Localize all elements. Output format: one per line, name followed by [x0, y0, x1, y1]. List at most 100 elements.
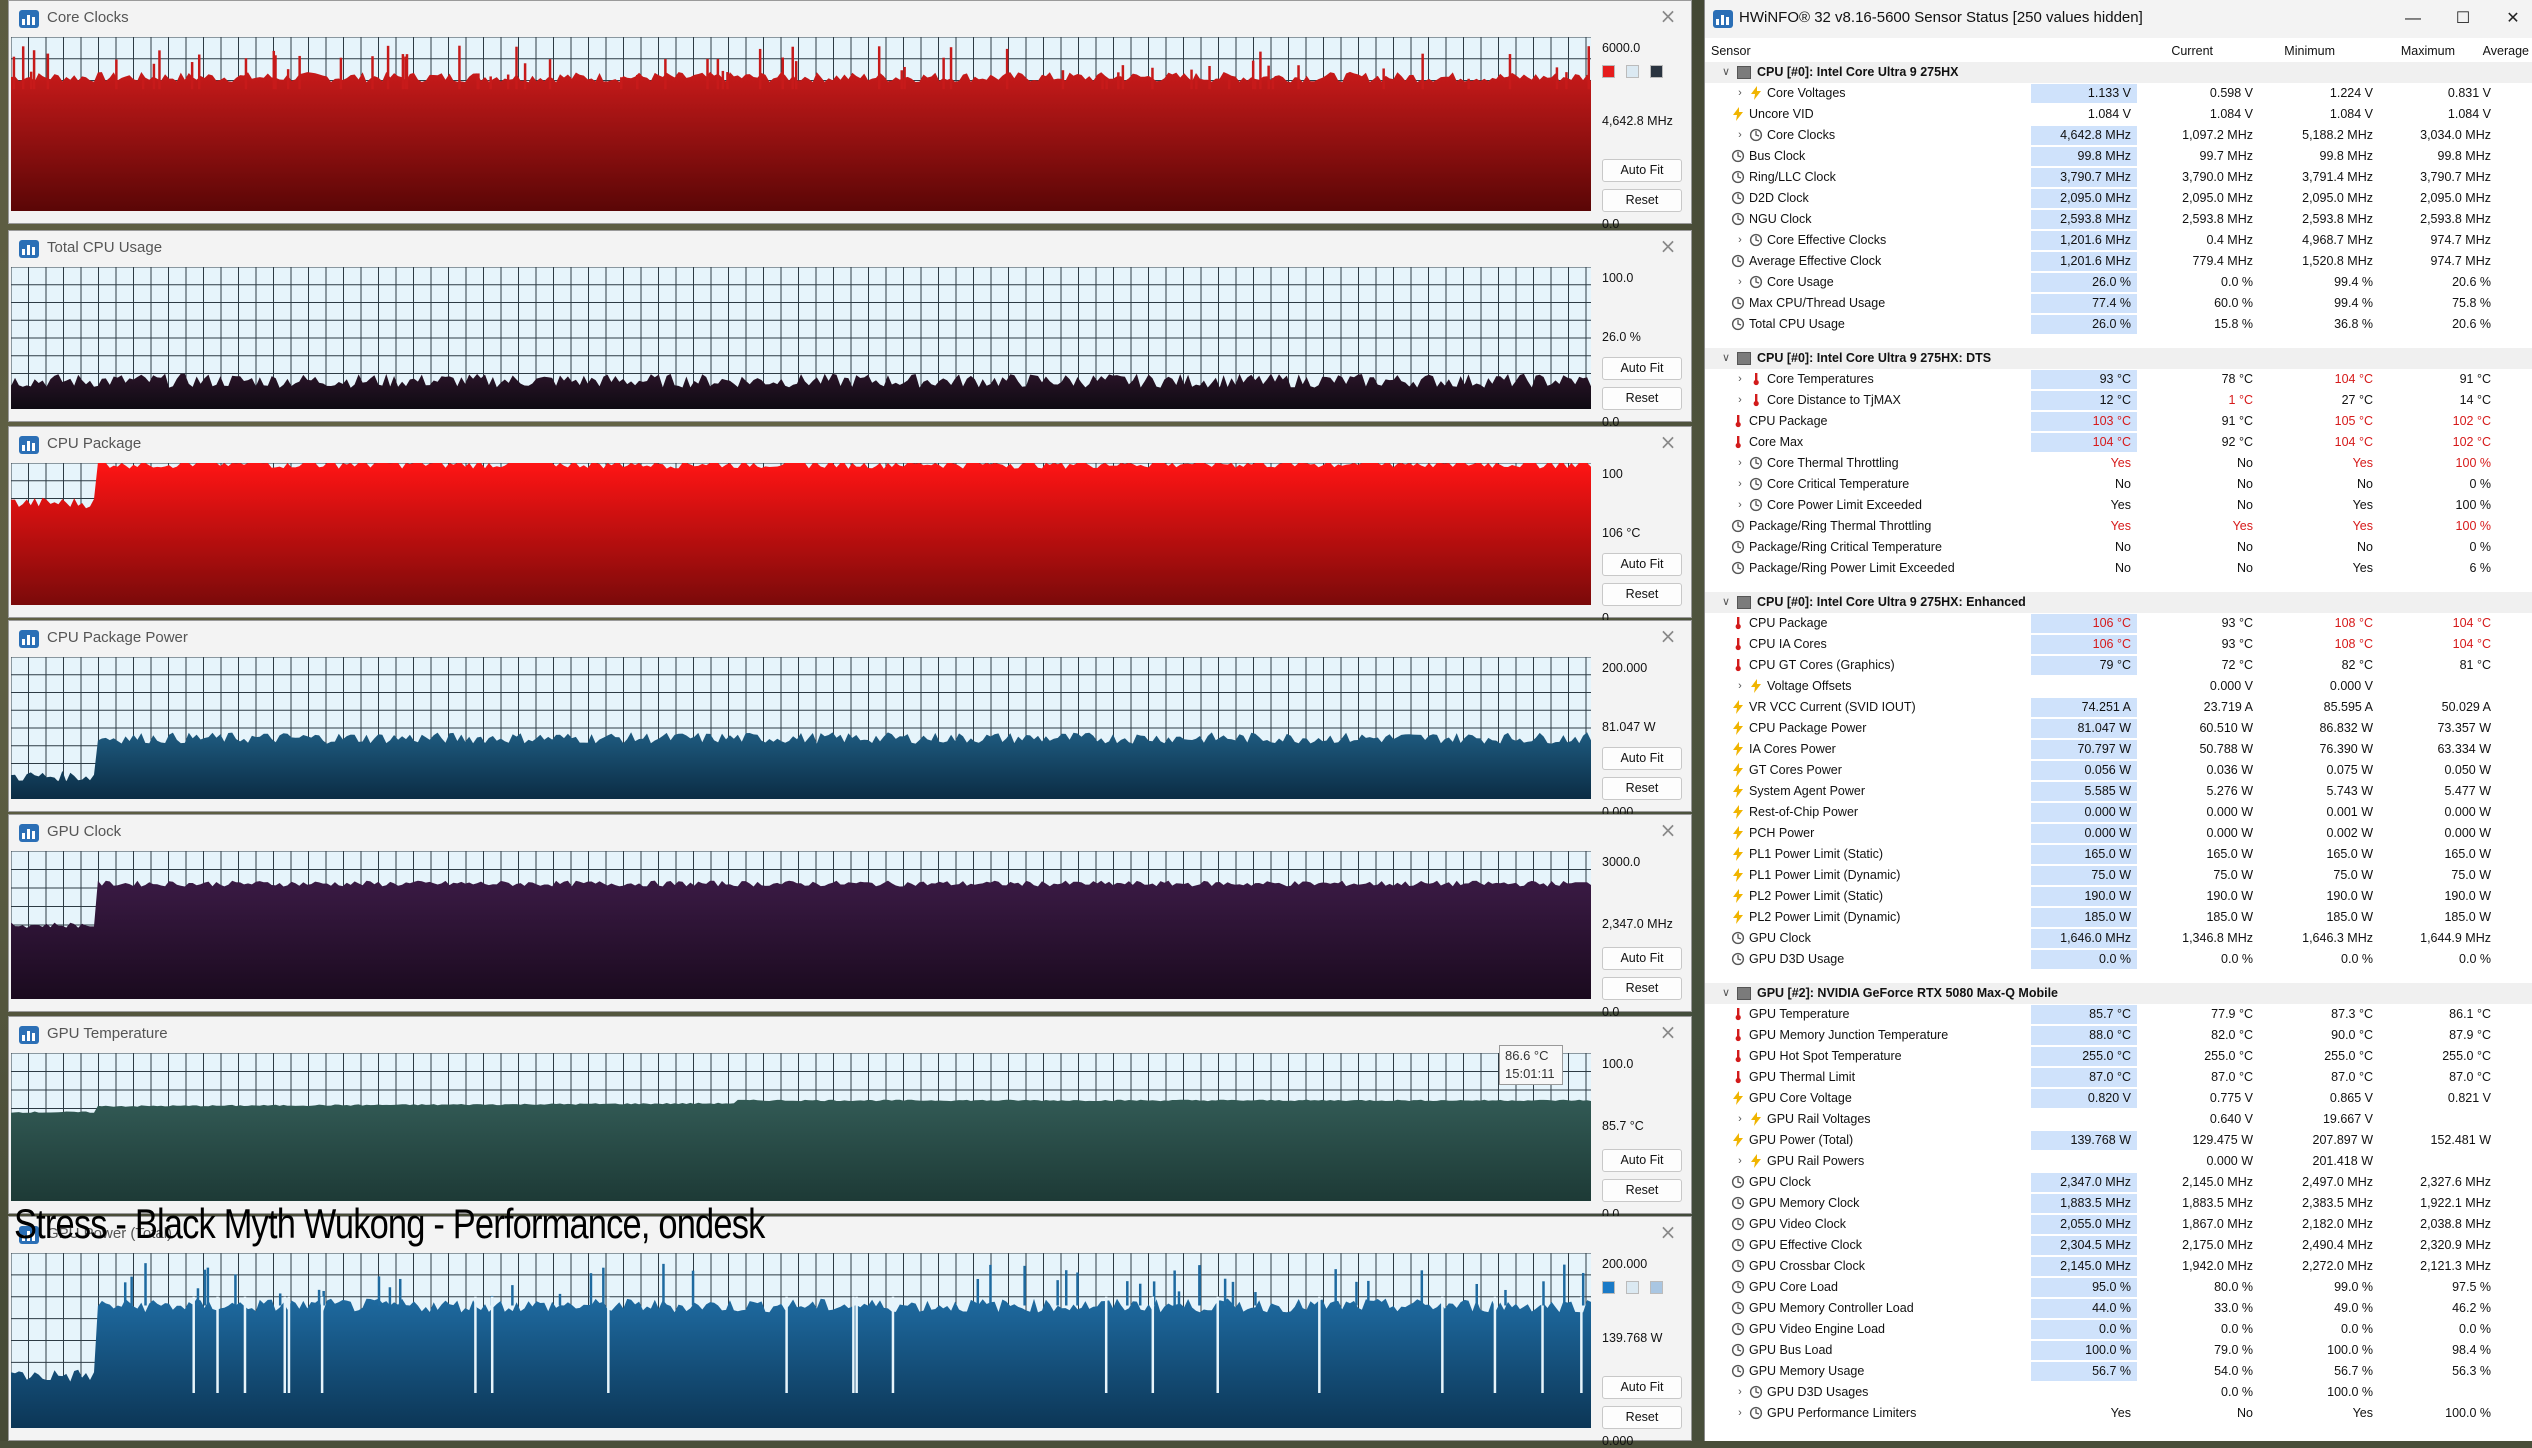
sensor-row[interactable]: PL1 Power Limit (Static) 165.0 W 165.0 W 16… [1705, 844, 2532, 865]
sensor-group-header[interactable]: ∨ GPU [#2]: NVIDIA GeForce RTX 5080 Max-Q… [1705, 983, 2532, 1004]
color-swatch[interactable] [1650, 1281, 1663, 1294]
sensor-row[interactable]: Max CPU/Thread Usage 77.4 % 60.0 % 99.4 % 75… [1705, 293, 2532, 314]
sensor-row[interactable]: Rest-of-Chip Power 0.000 W 0.000 W 0.001 W 0… [1705, 802, 2532, 823]
close-icon[interactable]: × [1657, 5, 1679, 27]
sensor-row[interactable]: System Agent Power 5.585 W 5.276 W 5.743 W 5… [1705, 781, 2532, 802]
sensor-group-header[interactable]: ∨ CPU [#0]: Intel Core Ultra 9 275HX: DTS [1705, 348, 2532, 369]
sensor-row[interactable]: GPU Crossbar Clock 2,145.0 MHz 1,942.0 MHz… [1705, 1256, 2532, 1277]
column-sensor[interactable]: Sensor [1711, 44, 1751, 58]
sensor-row[interactable]: Package/Ring Thermal Throttling Yes Yes Yes… [1705, 516, 2532, 537]
sensor-row[interactable]: Package/Ring Critical Temperature No No No 0… [1705, 537, 2532, 558]
sensor-row[interactable]: GPU D3D Usage 0.0 % 0.0 % 0.0 % 0.0 % [1705, 949, 2532, 970]
sensor-row[interactable]: › Core Critical Temperature No No No 0 % [1705, 474, 2532, 495]
color-swatch[interactable] [1602, 1281, 1615, 1294]
sensor-row[interactable]: › Core Voltages 1.133 V 0.598 V 1.224 V 0.831… [1705, 83, 2532, 104]
graph-titlebar[interactable]: CPU Package × [9, 427, 1691, 461]
column-average[interactable]: Average [2411, 44, 2529, 58]
sensor-row[interactable]: PL2 Power Limit (Static) 190.0 W 190.0 W 19… [1705, 886, 2532, 907]
close-icon[interactable]: × [1657, 1221, 1679, 1243]
graph-window[interactable]: Total CPU Usage × 100.0 26.0 % Auto Fit Reset… [8, 230, 1692, 429]
sensor-row[interactable]: › Voltage Offsets 0.000 V 0.000 V [1705, 676, 2532, 697]
reset-button[interactable]: Reset [1602, 1406, 1682, 1429]
sensor-row[interactable]: › Core Power Limit Exceeded Yes No Yes 100 % [1705, 495, 2532, 516]
expand-chevron-icon[interactable]: › [1733, 393, 1747, 407]
sensor-row[interactable]: GPU Core Load 95.0 % 80.0 % 99.0 % 97.5 % [1705, 1277, 2532, 1298]
sensor-row[interactable]: Total CPU Usage 26.0 % 15.8 % 36.8 % 20.6 % [1705, 314, 2532, 335]
graph-window[interactable]: GPU Temperature × 100.0 85.7 °C Auto Fit Rese… [8, 1016, 1692, 1221]
sensor-row[interactable]: GPU Memory Junction Temperature 88.0 °C 82… [1705, 1025, 2532, 1046]
expand-chevron-icon[interactable]: › [1733, 233, 1747, 247]
minimize-button[interactable]: — [2395, 6, 2431, 32]
maximize-button[interactable]: ☐ [2445, 6, 2481, 32]
expand-chevron-icon[interactable]: › [1733, 1406, 1747, 1420]
close-icon[interactable]: × [1657, 235, 1679, 257]
graph-titlebar[interactable]: Total CPU Usage × [9, 231, 1691, 265]
sensor-row[interactable]: › GPU Rail Powers 0.000 W 201.418 W [1705, 1151, 2532, 1172]
sensor-row[interactable]: GPU Clock 2,347.0 MHz 2,145.0 MHz 2,497.0 M… [1705, 1172, 2532, 1193]
sensor-row[interactable]: GPU Video Clock 2,055.0 MHz 1,867.0 MHz 2,1… [1705, 1214, 2532, 1235]
sensor-row[interactable]: › GPU Rail Voltages 0.640 V 19.667 V [1705, 1109, 2532, 1130]
sensor-row[interactable]: IA Cores Power 70.797 W 50.788 W 76.390 W 63… [1705, 739, 2532, 760]
sensor-row[interactable]: GPU Hot Spot Temperature 255.0 °C 255.0 °C… [1705, 1046, 2532, 1067]
expand-chevron-icon[interactable]: › [1733, 477, 1747, 491]
auto-fit-button[interactable]: Auto Fit [1602, 553, 1682, 576]
expand-chevron-icon[interactable]: › [1733, 128, 1747, 142]
sensor-row[interactable]: Package/Ring Power Limit Exceeded No No Yes… [1705, 558, 2532, 579]
expand-chevron-icon[interactable]: › [1733, 456, 1747, 470]
reset-button[interactable]: Reset [1602, 977, 1682, 1000]
sensor-row[interactable]: › GPU Performance Limiters Yes No Yes 100.0 % [1705, 1403, 2532, 1424]
sensor-group-header[interactable]: ∨ CPU [#0]: Intel Core Ultra 9 275HX [1705, 62, 2532, 83]
sensor-row[interactable]: NGU Clock 2,593.8 MHz 2,593.8 MHz 2,593.8 M… [1705, 209, 2532, 230]
graph-window[interactable]: GPU Power (Total) × 200.000 139.768 W Auto F… [8, 1216, 1692, 1448]
sensor-row[interactable]: PL2 Power Limit (Dynamic) 185.0 W 185.0 W 1… [1705, 907, 2532, 928]
close-icon[interactable]: × [1657, 819, 1679, 841]
hwinfo-titlebar[interactable]: HWiNFO® 32 v8.16-5600 Sensor Status [250… [1705, 0, 2532, 38]
expand-chevron-icon[interactable]: › [1733, 1154, 1747, 1168]
expand-chevron-icon[interactable]: › [1733, 498, 1747, 512]
auto-fit-button[interactable]: Auto Fit [1602, 1149, 1682, 1172]
color-swatch[interactable] [1626, 65, 1639, 78]
graph-titlebar[interactable]: GPU Clock × [9, 815, 1691, 849]
graph-titlebar[interactable]: CPU Package Power × [9, 621, 1691, 655]
sensor-row[interactable]: Average Effective Clock 1,201.6 MHz 779.4 … [1705, 251, 2532, 272]
sensor-row[interactable]: GPU Memory Usage 56.7 % 54.0 % 56.7 % 56.3 % [1705, 1361, 2532, 1382]
sensor-row[interactable]: › Core Effective Clocks 1,201.6 MHz 0.4 MHz… [1705, 230, 2532, 251]
graph-window[interactable]: GPU Clock × 3000.0 2,347.0 MHz Auto Fit Reset… [8, 814, 1692, 1019]
auto-fit-button[interactable]: Auto Fit [1602, 357, 1682, 380]
sensor-group-header[interactable]: ∨ CPU [#0]: Intel Core Ultra 9 275HX: Enh… [1705, 592, 2532, 613]
reset-button[interactable]: Reset [1602, 777, 1682, 800]
sensor-row[interactable]: › Core Usage 26.0 % 0.0 % 99.4 % 20.6 % [1705, 272, 2532, 293]
sensor-row[interactable]: › Core Distance to TjMAX 12 °C 1 °C 27 °C 14 … [1705, 390, 2532, 411]
expand-chevron-icon[interactable]: › [1733, 275, 1747, 289]
collapse-chevron-icon[interactable]: ∨ [1719, 65, 1733, 79]
graph-titlebar[interactable]: Core Clocks × [9, 1, 1691, 35]
graph-window[interactable]: Core Clocks × 6000.0 4,642.8 MHz Auto Fit Res… [8, 0, 1692, 231]
sensor-row[interactable]: GPU Core Voltage 0.820 V 0.775 V 0.865 V 0.8… [1705, 1088, 2532, 1109]
sensor-row[interactable]: PL1 Power Limit (Dynamic) 75.0 W 75.0 W 75.… [1705, 865, 2532, 886]
color-swatch[interactable] [1626, 1281, 1639, 1294]
graph-window[interactable]: CPU Package Power × 200.000 81.047 W Auto Fi… [8, 620, 1692, 819]
auto-fit-button[interactable]: Auto Fit [1602, 747, 1682, 770]
reset-button[interactable]: Reset [1602, 387, 1682, 410]
reset-button[interactable]: Reset [1602, 583, 1682, 606]
sensor-row[interactable]: D2D Clock 2,095.0 MHz 2,095.0 MHz 2,095.0 M… [1705, 188, 2532, 209]
reset-button[interactable]: Reset [1602, 1179, 1682, 1202]
close-icon[interactable]: × [1657, 1021, 1679, 1043]
sensor-row[interactable]: Core Max 104 °C 92 °C 104 °C 102 °C [1705, 432, 2532, 453]
expand-chevron-icon[interactable]: › [1733, 86, 1747, 100]
sensor-row[interactable]: › GPU D3D Usages 0.0 % 100.0 % [1705, 1382, 2532, 1403]
column-current[interactable]: Current [2103, 44, 2213, 58]
sensor-row[interactable]: GPU Memory Clock 1,883.5 MHz 1,883.5 MHz 2,… [1705, 1193, 2532, 1214]
sensor-row[interactable]: GPU Power (Total) 139.768 W 129.475 W 207.8… [1705, 1130, 2532, 1151]
auto-fit-button[interactable]: Auto Fit [1602, 1376, 1682, 1399]
sensor-row[interactable]: CPU Package Power 81.047 W 60.510 W 86.832 … [1705, 718, 2532, 739]
color-swatch[interactable] [1650, 65, 1663, 78]
sensor-row[interactable]: › Core Clocks 4,642.8 MHz 1,097.2 MHz 5,188.… [1705, 125, 2532, 146]
sensor-row[interactable]: PCH Power 0.000 W 0.000 W 0.002 W 0.000 W [1705, 823, 2532, 844]
expand-chevron-icon[interactable]: › [1733, 1385, 1747, 1399]
sensor-row[interactable]: Uncore VID 1.084 V 1.084 V 1.084 V 1.084 V [1705, 104, 2532, 125]
sensor-row[interactable]: CPU Package 106 °C 93 °C 108 °C 104 °C [1705, 613, 2532, 634]
collapse-chevron-icon[interactable]: ∨ [1719, 986, 1733, 1000]
graph-titlebar[interactable]: GPU Temperature × [9, 1017, 1691, 1051]
column-minimum[interactable]: Minimum [2225, 44, 2335, 58]
